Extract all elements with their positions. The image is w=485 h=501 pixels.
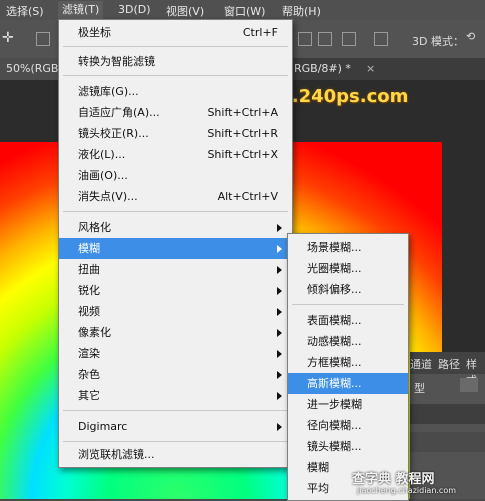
menu-item-lens-correction[interactable]: 镜头校正(R)... Shift+Ctrl+R [59,123,292,144]
submenu-arrow-icon [277,266,282,274]
menu-select[interactable]: 选择(S) [6,3,44,19]
menu-item-filter-gallery[interactable]: 滤镜库(G)... [59,81,292,102]
menu-item-lens-blur[interactable]: 镜头模糊... [288,436,408,457]
menu-item-box-blur[interactable]: 方框模糊... [288,352,408,373]
tab-paths[interactable]: 路径 [438,356,460,372]
menu-item-motion-blur[interactable]: 动感模糊... [288,331,408,352]
menu-item-vanishing-point[interactable]: 消失点(V)... Alt+Ctrl+V [59,186,292,207]
menu-bar: 选择(S) 滤镜(T) 3D(D) 视图(V) 窗口(W) 帮助(H) [0,0,485,20]
filter-type-label: 型 [414,382,425,395]
menu-item-oil-paint[interactable]: 油画(O)... [59,165,292,186]
menu-window[interactable]: 窗口(W) [224,3,265,19]
auto-align-icon[interactable] [374,32,388,46]
menu-item-noise[interactable]: 杂色 [59,364,292,385]
menu-item-tilt-shift[interactable]: 倾斜偏移... [288,279,408,300]
submenu-arrow-icon [277,423,282,431]
move-icon[interactable]: ✛ [2,30,16,46]
menu-item-sharpen[interactable]: 锐化 [59,280,292,301]
submenu-arrow-icon [277,245,282,253]
rotate-3d-icon[interactable]: ⟲ [466,30,480,44]
menu-view[interactable]: 视图(V) [166,3,204,19]
menu-item-adaptive-wide-angle[interactable]: 自适应广角(A)... Shift+Ctrl+A [59,102,292,123]
submenu-arrow-icon [277,371,282,379]
site-watermark-2-url: jiaocheng.chazidian.com [357,486,457,495]
document-tab-2[interactable]: RGB/8#) * [288,58,357,80]
menu-item-iris-blur[interactable]: 光圈模糊... [288,258,408,279]
image-filter-icon[interactable] [460,378,478,392]
submenu-arrow-icon [277,392,282,400]
submenu-arrow-icon [277,287,282,295]
separator [292,304,404,305]
menu-item-blur[interactable]: 模糊 [59,238,292,259]
panel-tabs: 通道 路径 样式 [410,352,485,387]
lock-row [410,432,485,452]
menu-item-browse-filters-online[interactable]: 浏览联机滤镜... [59,444,292,465]
separator [63,75,288,76]
menu-item-blur-more[interactable]: 进一步模糊 [288,394,408,415]
filter-menu: 极坐标 Ctrl+F 转换为智能滤镜 滤镜库(G)... 自适应广角(A)... S… [58,19,293,468]
separator [63,410,288,411]
blur-submenu: 场景模糊... 光圈模糊... 倾斜偏移... 表面模糊... 动感模糊... … [287,233,409,501]
blend-mode-select[interactable] [410,404,485,424]
menu-item-render[interactable]: 渲染 [59,343,292,364]
3d-mode-label: 3D 模式： [412,35,464,48]
menu-item-gaussian-blur[interactable]: 高斯模糊... [288,373,408,394]
menu-item-field-blur[interactable]: 场景模糊... [288,237,408,258]
submenu-arrow-icon [277,329,282,337]
separator [63,211,288,212]
separator [63,441,288,442]
menu-item-radial-blur[interactable]: 径向模糊... [288,415,408,436]
submenu-arrow-icon [277,308,282,316]
menu-item-liquify[interactable]: 液化(L)... Shift+Ctrl+X [59,144,292,165]
menu-item-pixelate[interactable]: 像素化 [59,322,292,343]
submenu-arrow-icon [277,224,282,232]
menu-item-surface-blur[interactable]: 表面模糊... [288,310,408,331]
distribute-h-icon[interactable] [342,32,356,46]
menu-item-other[interactable]: 其它 [59,385,292,406]
align-icon[interactable] [36,32,50,46]
menu-help[interactable]: 帮助(H) [282,3,321,19]
distribute-icon[interactable] [318,32,332,46]
align-center-icon[interactable] [298,32,312,46]
menu-3d[interactable]: 3D(D) [118,3,151,16]
separator [63,46,288,47]
menu-filter[interactable]: 滤镜(T) [58,1,104,19]
site-watermark-2: 查字典 教程网 [352,472,435,487]
menu-item-distort[interactable]: 扭曲 [59,259,292,280]
submenu-arrow-icon [277,350,282,358]
menu-item-stylize[interactable]: 风格化 [59,217,292,238]
menu-item-convert-smart-filter[interactable]: 转换为智能滤镜 [59,51,292,72]
menu-item-polar-coordinates[interactable]: 极坐标 Ctrl+F [59,22,292,43]
document-tab[interactable]: 50%(RGB [0,58,65,80]
close-tab-icon[interactable]: × [360,58,381,80]
menu-item-video[interactable]: 视频 [59,301,292,322]
tab-channels[interactable]: 通道 [410,356,432,372]
menu-item-digimarc[interactable]: Digimarc [59,416,292,437]
